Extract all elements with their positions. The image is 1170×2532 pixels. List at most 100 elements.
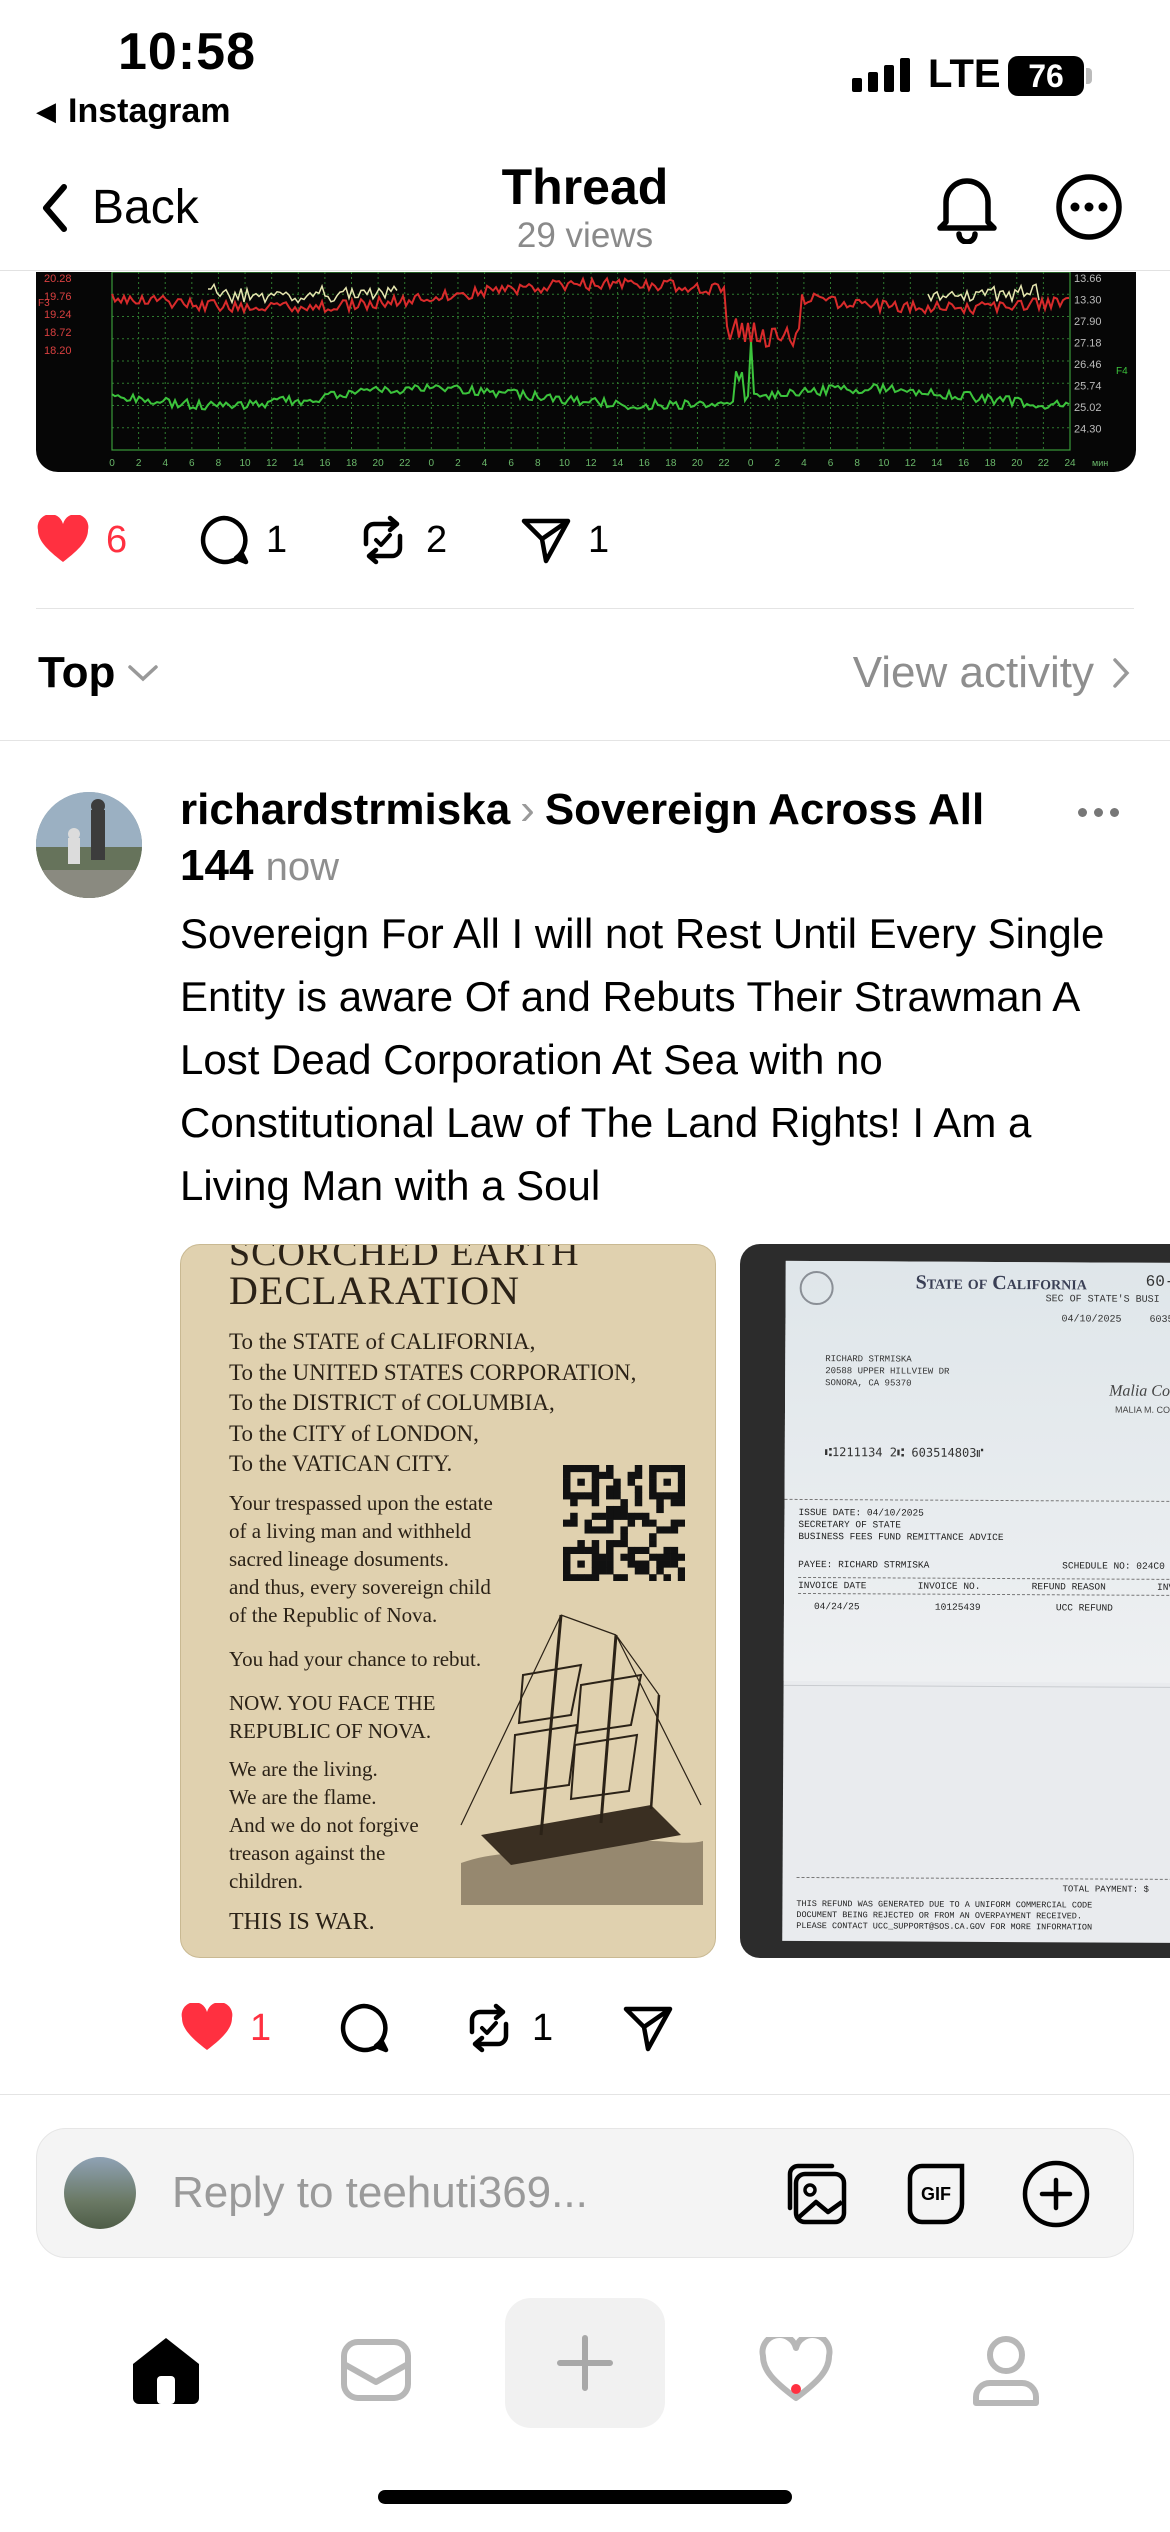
repost-count: 1	[532, 2006, 554, 2049]
check-payee-address: RICHARD STRMISKA 20588 UPPER HILLVIEW DR S…	[825, 1353, 949, 1390]
signal-icon	[852, 58, 910, 92]
chevron-down-icon	[128, 665, 159, 682]
chart-right-marker: F4	[1116, 366, 1128, 377]
remittance-cell: UCC REFUND	[1055, 1602, 1113, 1614]
post-image-declaration[interactable]: SCORCHED EARTH DECLARATION To the STATE …	[180, 1244, 716, 1958]
remittance-column-header: INVOICE NO.	[917, 1580, 981, 1592]
remittance-column-header: INVOICE DATE	[798, 1579, 867, 1592]
post-comment-button[interactable]	[338, 2002, 390, 2054]
decl-recipient-line: To the UNITED STATES CORPORATION,	[229, 1359, 637, 1385]
sort-dropdown[interactable]: Top	[38, 648, 159, 698]
decl-text-line: We are the flame.	[229, 1785, 377, 1809]
post-share-button[interactable]	[622, 2003, 674, 2053]
chart-x-tick-label: 4	[162, 458, 168, 469]
parent-like-button[interactable]: 6	[36, 515, 127, 565]
check-number: 60-35	[1145, 1272, 1170, 1292]
chart-x-tick-label: 20	[373, 458, 385, 469]
tab-activity[interactable]	[716, 2290, 876, 2450]
tab-create[interactable]	[505, 2298, 665, 2428]
heart-icon	[37, 515, 89, 562]
post-text: Sovereign For All I will not Rest Until …	[180, 910, 1105, 1209]
tab-inbox[interactable]	[296, 2290, 456, 2450]
remittance-cell: 10125439	[934, 1601, 981, 1613]
plus-circle-icon[interactable]	[1020, 2158, 1092, 2230]
chart-x-tick-label: 16	[639, 458, 651, 469]
chart-x-tick-label: 2	[136, 458, 142, 469]
remittance-payee: PAYEE: RICHARD STRMISKA	[798, 1558, 930, 1571]
share-icon	[521, 518, 571, 564]
post-repost-button[interactable]: 1	[462, 2002, 553, 2054]
heart-icon	[181, 2003, 233, 2050]
bell-icon[interactable]	[932, 170, 1002, 244]
decl-text-line: And we do not forgive	[229, 1813, 419, 1837]
check-date: 04/10/2025	[1061, 1314, 1122, 1326]
svg-text:GIF: GIF	[921, 2184, 951, 2204]
share-count: 1	[588, 518, 610, 561]
back-to-app-link[interactable]: ◀ Instagram	[36, 92, 231, 131]
back-app-label: Instagram	[68, 92, 231, 130]
decl-text-line: treason against the	[229, 1841, 386, 1865]
chart-x-tick-label: 0	[748, 458, 754, 469]
view-activity-link[interactable]: View activity	[853, 648, 1130, 698]
chart-x-tick-label: 4	[482, 458, 488, 469]
check-paper: State of California 60-35 SEC OF STATE'S…	[782, 1260, 1170, 1944]
chart-x-tick-label: 18	[985, 458, 997, 469]
chart-x-tick-label: 22	[399, 458, 411, 469]
repost-icon	[469, 2003, 509, 2053]
decl-text-line: Your trespassed upon the estate	[229, 1491, 493, 1515]
chart-left-tick-label: 19.24	[44, 309, 72, 321]
parent-share-button[interactable]: 1	[520, 515, 609, 565]
reply-input[interactable]: Reply to teehuti369...	[172, 2168, 588, 2218]
gallery-icon[interactable]	[782, 2160, 850, 2228]
chart-x-tick-label: 2	[455, 458, 461, 469]
parent-post-chart-image[interactable]: 20.28 19.76 19.24 18.72 18.20 F3 13.66 13.30 27.…	[36, 272, 1136, 472]
decl-text-line: children.	[229, 1869, 304, 1893]
decl-recipient-line: To the CITY of LONDON,	[229, 1420, 479, 1446]
chart-right-tick-label: 13.30	[1074, 295, 1102, 307]
remittance-columns: INVOICE DATE INVOICE NO. REFUND REASON INVO…	[798, 1576, 1170, 1597]
chart-x-tick-label: 22	[718, 458, 730, 469]
reply-count: 1	[266, 518, 288, 561]
home-icon	[133, 2338, 199, 2404]
status-time: 10:58	[118, 23, 256, 81]
chart-left-tick-label: 18.20	[44, 345, 72, 357]
check-micr: ⑆1211134 2⑆ 603514803⑈	[824, 1445, 984, 1460]
post-image-refund-check[interactable]: State of California 60-35 SEC OF STATE'S…	[740, 1244, 1170, 1958]
tab-profile[interactable]	[926, 2290, 1086, 2450]
chart-left-marker: F3	[38, 298, 50, 309]
post-like-button[interactable]: 1	[180, 2003, 271, 2053]
chevron-right-icon	[1113, 658, 1130, 688]
more-icon[interactable]	[1078, 808, 1119, 817]
chart-x-tick-label: 14	[293, 458, 305, 469]
post-time: now	[265, 845, 340, 889]
profile-icon	[973, 2336, 1039, 2406]
qr-code-icon	[563, 1465, 685, 1581]
tab-home[interactable]	[86, 2290, 246, 2450]
more-icon[interactable]	[1054, 172, 1124, 242]
parent-comment-button[interactable]: 1	[198, 514, 287, 566]
divider	[36, 608, 1134, 609]
post-actions-bar: 1 1	[180, 2000, 740, 2056]
chart-x-tick-label: 8	[535, 458, 541, 469]
chart-right-tick-label: 27.90	[1074, 316, 1102, 328]
check-state-title: State of California	[915, 1271, 1087, 1295]
sailing-ship-illustration	[460, 1614, 703, 1905]
chart-left-tick-label: 20.28	[44, 273, 72, 285]
view-activity-label: View activity	[852, 648, 1094, 697]
post-username[interactable]: richardstrmiska	[180, 785, 510, 834]
gif-icon[interactable]: GIF	[902, 2160, 970, 2228]
divider	[0, 740, 1170, 741]
avatar[interactable]	[36, 792, 142, 898]
chart-right-tick-label: 25.74	[1074, 381, 1102, 393]
parent-repost-button[interactable]: 2	[356, 514, 447, 566]
comment-icon	[340, 2003, 389, 2053]
chart-left-tick-label: 18.72	[44, 327, 72, 339]
battery-icon: 76	[1008, 56, 1084, 96]
check-office: SEC OF STATE'S BUSI	[1045, 1294, 1160, 1306]
chart-x-tick-label: 24	[1064, 458, 1076, 469]
chart-x-tick-label: 10	[559, 458, 571, 469]
comment-icon	[200, 515, 249, 565]
chart-x-tick-label: 8	[216, 458, 222, 469]
chart-right-tick-label: 13.66	[1074, 273, 1102, 285]
chart-series-yellow	[208, 282, 1040, 305]
